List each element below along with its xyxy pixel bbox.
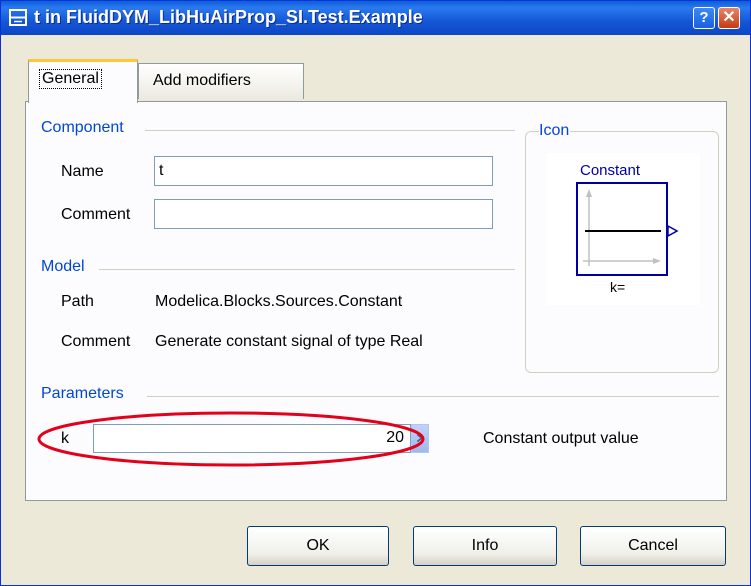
tab-add-modifiers[interactable]: Add modifiers	[138, 63, 304, 99]
name-label: Name	[61, 163, 104, 180]
parameters-group-line	[147, 396, 719, 397]
constant-block-param: k=	[610, 279, 626, 295]
tab-general[interactable]: General	[28, 59, 138, 103]
cancel-button[interactable]: Cancel	[580, 526, 726, 566]
name-field[interactable]: t	[154, 156, 493, 186]
window-title: t in FluidDYM_LibHuAirProp_SI.Test.Examp…	[34, 7, 423, 27]
model-group-heading: Model	[41, 258, 86, 276]
comment-field[interactable]	[154, 199, 493, 229]
model-group-line	[99, 269, 515, 270]
model-comment-label: Comment	[61, 333, 131, 350]
tab-general-label: General	[39, 69, 102, 89]
info-button[interactable]: Info	[413, 526, 557, 566]
icon-group-heading: Icon	[539, 122, 571, 140]
window-app-icon	[9, 9, 27, 26]
param-k-description: Constant output value	[483, 430, 639, 447]
help-button[interactable]: ?	[693, 7, 715, 29]
comment-label: Comment	[61, 206, 131, 223]
constant-block-icon	[576, 182, 679, 276]
path-value: Modelica.Blocks.Sources.Constant	[155, 293, 403, 310]
dialog-window: t in FluidDYM_LibHuAirProp_SI.Test.Examp…	[0, 0, 751, 586]
tab-add-modifiers-label: Add modifiers	[153, 72, 251, 89]
path-label: Path	[61, 293, 94, 310]
highlight-ellipse	[37, 411, 425, 467]
component-group-heading: Component	[41, 119, 125, 137]
model-comment-value: Generate constant signal of type Real	[155, 333, 423, 350]
component-group-line	[145, 130, 515, 131]
close-button[interactable]: ✕	[718, 7, 740, 29]
ok-button[interactable]: OK	[247, 526, 389, 566]
constant-block-title: Constant	[580, 162, 641, 179]
title-bar[interactable]: t in FluidDYM_LibHuAirProp_SI.Test.Examp…	[1, 1, 750, 35]
parameters-group-heading: Parameters	[41, 385, 125, 403]
